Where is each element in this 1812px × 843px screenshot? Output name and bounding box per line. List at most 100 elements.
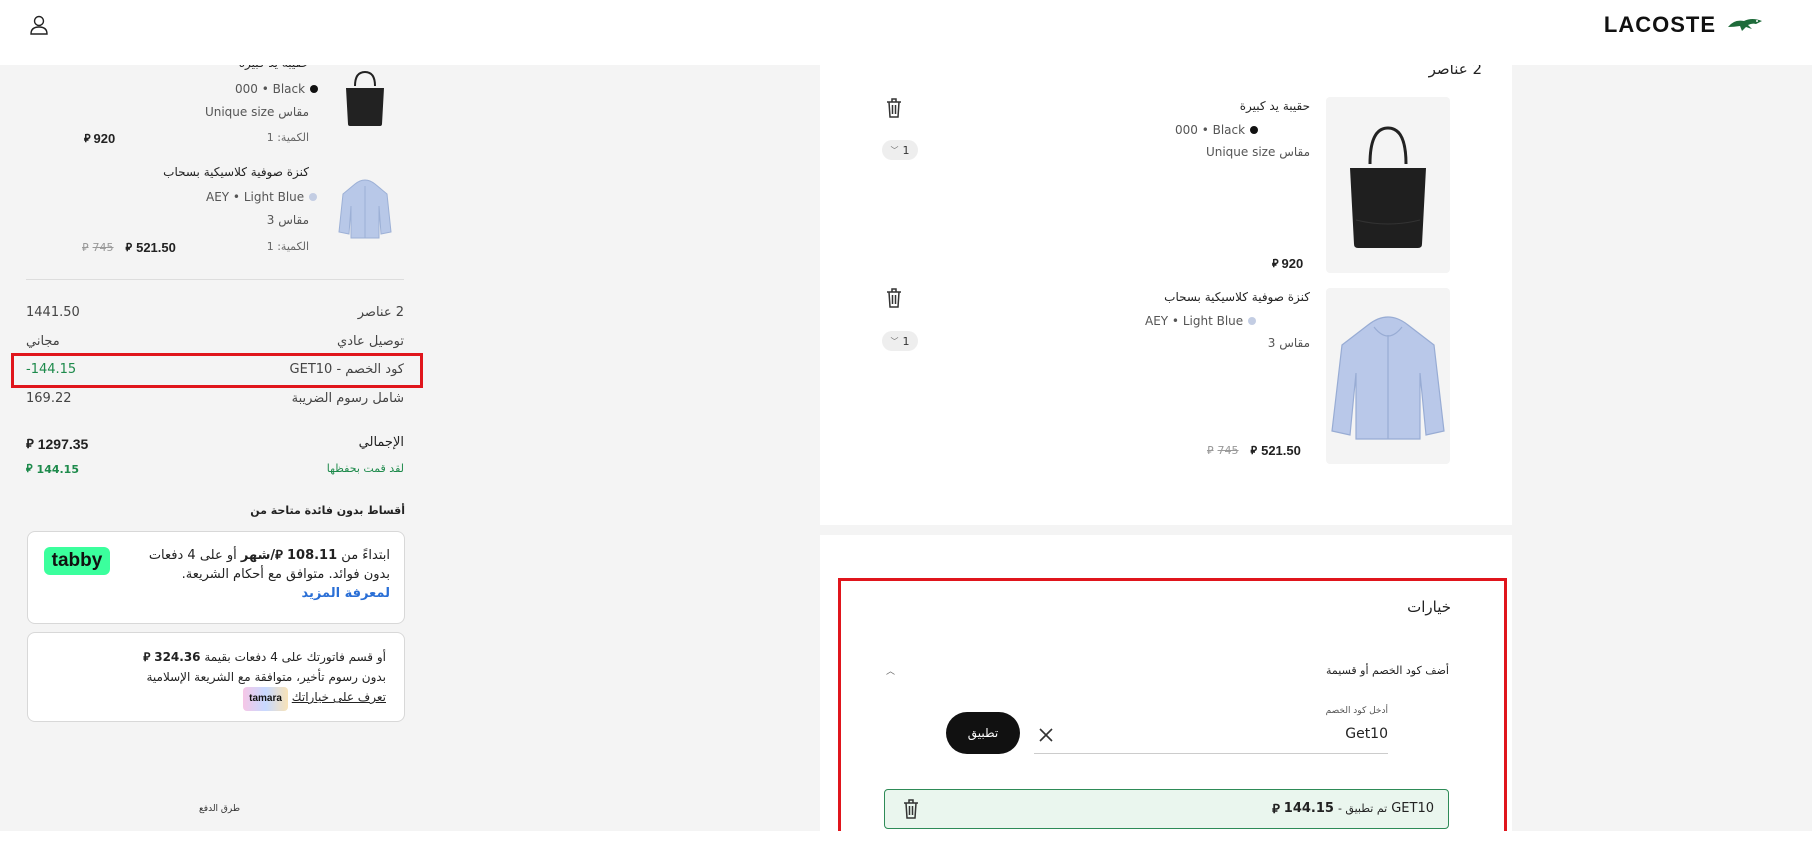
total-value: 1297.35 bbox=[37, 435, 89, 452]
summary-item-2-color: AEY • Light Blue bbox=[206, 190, 305, 204]
remove-promo-trash-icon[interactable] bbox=[901, 798, 921, 820]
promo-field-value: Get10 bbox=[1345, 726, 1388, 742]
riyal-icon: ⃁ bbox=[84, 132, 91, 145]
light-blue-swatch-icon bbox=[1248, 317, 1257, 325]
installments-title: أقساط بدون فائدة متاحة من bbox=[250, 504, 405, 517]
tax-row: 169.22 شامل رسوم الضريبة bbox=[26, 391, 404, 406]
tabby-per-month: /شهر bbox=[240, 548, 276, 563]
shipping-row: مجاني توصيل عادي bbox=[26, 334, 404, 349]
applied-promo-text: ⃁ 144.15 تم تطبيق - GET10 bbox=[1272, 800, 1434, 817]
cart-item-1-price: 920 bbox=[1281, 256, 1304, 271]
tamara-options-link[interactable]: تعرف على خياراتك bbox=[292, 690, 386, 704]
shipping-value: مجاني bbox=[26, 334, 60, 349]
summary-item-2-name: كنزة صوفية كلاسيكية بسحاب bbox=[163, 165, 309, 179]
payment-methods-label: طرق الدفع bbox=[199, 804, 241, 814]
bottom-strip bbox=[0, 831, 1812, 843]
summary-item-1-color: 000 • Black bbox=[235, 82, 306, 96]
riyal-icon: ⃁ bbox=[26, 436, 34, 451]
riyal-icon: ⃁ bbox=[143, 650, 151, 664]
site-header: LACOSTE bbox=[0, 0, 1812, 65]
riyal-icon: ⃁ bbox=[125, 241, 133, 254]
cart-item-2-qty: 1 bbox=[902, 334, 910, 348]
black-swatch-icon bbox=[1250, 126, 1259, 134]
promo-field[interactable]: Get10 bbox=[1034, 722, 1388, 754]
riyal-icon: ⃁ bbox=[1207, 443, 1214, 457]
apply-button[interactable]: تطبيق bbox=[946, 712, 1020, 754]
summary-item-1-price: 920 bbox=[93, 131, 116, 146]
chevron-down-icon: ﹀ bbox=[890, 145, 899, 155]
tax-label: شامل رسوم الضريبة bbox=[291, 391, 404, 406]
saved-row: ⃁ 144.15 لقد قمت بحفظها bbox=[26, 462, 404, 476]
brand-logo[interactable]: LACOSTE bbox=[1604, 12, 1764, 38]
promo-field-label: أدخل كود الخصم bbox=[1325, 706, 1388, 716]
summary-item-1-qty: الكمية: 1 bbox=[266, 131, 309, 144]
cart-item-2-qty-select[interactable]: ﹀ 1 bbox=[882, 331, 918, 351]
total-value-wrap: ⃁ 1297.35 bbox=[26, 435, 88, 452]
saved-label: لقد قمت بحفظها bbox=[326, 462, 404, 475]
tabby-learn-more-link[interactable]: لمعرفة المزيد bbox=[302, 586, 390, 601]
tax-value: 169.22 bbox=[26, 391, 72, 406]
summary-item-2-size: مقاس 3 bbox=[266, 213, 309, 227]
promo-toggle[interactable]: ︿ أضف كود الخصم أو قسيمة bbox=[884, 662, 1449, 684]
tote-bag-icon bbox=[1350, 126, 1426, 248]
tamara-line2: بدون رسوم تأخير، متوافقة مع الشريعة الإس… bbox=[146, 670, 386, 684]
riyal-icon: ⃁ bbox=[26, 462, 33, 475]
remove-item-1-trash-icon[interactable] bbox=[884, 97, 904, 119]
summary-item-1-size: مقاس Unique size bbox=[204, 105, 309, 119]
black-swatch-icon bbox=[310, 85, 319, 93]
hoodie-icon bbox=[338, 179, 392, 239]
riyal-icon: ⃁ bbox=[1272, 802, 1280, 817]
tabby-line2: فوائد. متوافق مع أحكام الشريعة. bbox=[181, 567, 360, 582]
tabby-line1-prefix: ابتداءً من bbox=[341, 548, 390, 563]
tamara-text: أو قسم فاتورتك على 4 دفعات بقيمة 324.36 … bbox=[86, 647, 386, 711]
summary-item-2-price-row: ⃁ 745 ⃁ 521.50 bbox=[82, 240, 176, 255]
summary-item-image-bag bbox=[333, 55, 397, 141]
tabby-amount: 108.11 bbox=[286, 548, 338, 563]
remove-item-2-trash-icon[interactable] bbox=[884, 287, 904, 309]
cart-item-1-size: مقاس Unique size bbox=[1205, 145, 1310, 159]
cart-item-1-color-row: 000 • Black bbox=[1175, 123, 1259, 137]
tabby-logo: tabby bbox=[44, 547, 110, 575]
hoodie-icon bbox=[1331, 316, 1445, 440]
riyal-icon: ⃁ bbox=[275, 548, 283, 563]
total-label: الإجمالي bbox=[358, 435, 404, 450]
chevron-up-icon: ︿ bbox=[886, 667, 896, 677]
summary-item-2-color-row: AEY • Light Blue bbox=[206, 190, 318, 204]
user-account-icon[interactable] bbox=[28, 14, 50, 36]
riyal-icon: ⃁ bbox=[1272, 257, 1279, 270]
promo-toggle-label: أضف كود الخصم أو قسيمة bbox=[1326, 664, 1449, 677]
chevron-down-icon: ﹀ bbox=[890, 336, 899, 346]
tamara-amount: 324.36 bbox=[154, 650, 201, 664]
cart-item-image-hoodie[interactable] bbox=[1326, 288, 1450, 464]
cart-item-1-price-row: ⃁ 920 bbox=[1272, 256, 1303, 271]
applied-promo-code: GET10 bbox=[1391, 801, 1434, 816]
saved-value: 144.15 bbox=[36, 462, 79, 476]
summary-item-2-old-price: 745 bbox=[92, 241, 114, 254]
tamara-line1-prefix: أو قسم فاتورتك على 4 دفعات بقيمة bbox=[204, 650, 386, 664]
subtotal-value: 1441.50 bbox=[26, 305, 80, 320]
crocodile-icon bbox=[1728, 19, 1762, 31]
cart-item-1-name: حقيبة يد كبيرة bbox=[1239, 99, 1310, 113]
cart-item-image-bag[interactable] bbox=[1326, 97, 1450, 273]
summary-item-1-price-row: ⃁ 920 bbox=[84, 131, 115, 146]
subtotal-label: 2 عناصر bbox=[357, 305, 404, 320]
applied-promo-bar: ⃁ 144.15 تم تطبيق - GET10 bbox=[884, 789, 1449, 829]
cart-item-1-qty: 1 bbox=[902, 143, 910, 157]
light-blue-swatch-icon bbox=[309, 193, 318, 201]
cart-item-1-qty-select[interactable]: ﹀ 1 bbox=[882, 140, 918, 160]
summary-item-1-color-row: 000 • Black bbox=[235, 82, 319, 96]
summary-item-2-qty: الكمية: 1 bbox=[266, 240, 309, 253]
cart-item-2-old-price: 745 bbox=[1217, 444, 1239, 457]
tamara-box: أو قسم فاتورتك على 4 دفعات بقيمة 324.36 … bbox=[27, 632, 405, 722]
options-title: خيارات bbox=[1407, 598, 1451, 616]
cart-item-2-name: كنزة صوفية كلاسيكية بسحاب bbox=[1164, 290, 1310, 304]
riyal-icon: ⃁ bbox=[82, 240, 89, 254]
clear-close-icon[interactable] bbox=[1038, 727, 1054, 743]
brand-name: LACOSTE bbox=[1603, 12, 1716, 37]
cart-item-2-price-row: ⃁ 745 ⃁ 521.50 bbox=[1207, 443, 1301, 458]
total-row: ⃁ 1297.35 الإجمالي bbox=[26, 435, 404, 452]
cart-item-2-color: AEY • Light Blue bbox=[1145, 314, 1244, 328]
discount-highlight-box bbox=[11, 353, 423, 388]
summary-divider bbox=[26, 279, 404, 280]
shipping-label: توصيل عادي bbox=[337, 334, 404, 349]
